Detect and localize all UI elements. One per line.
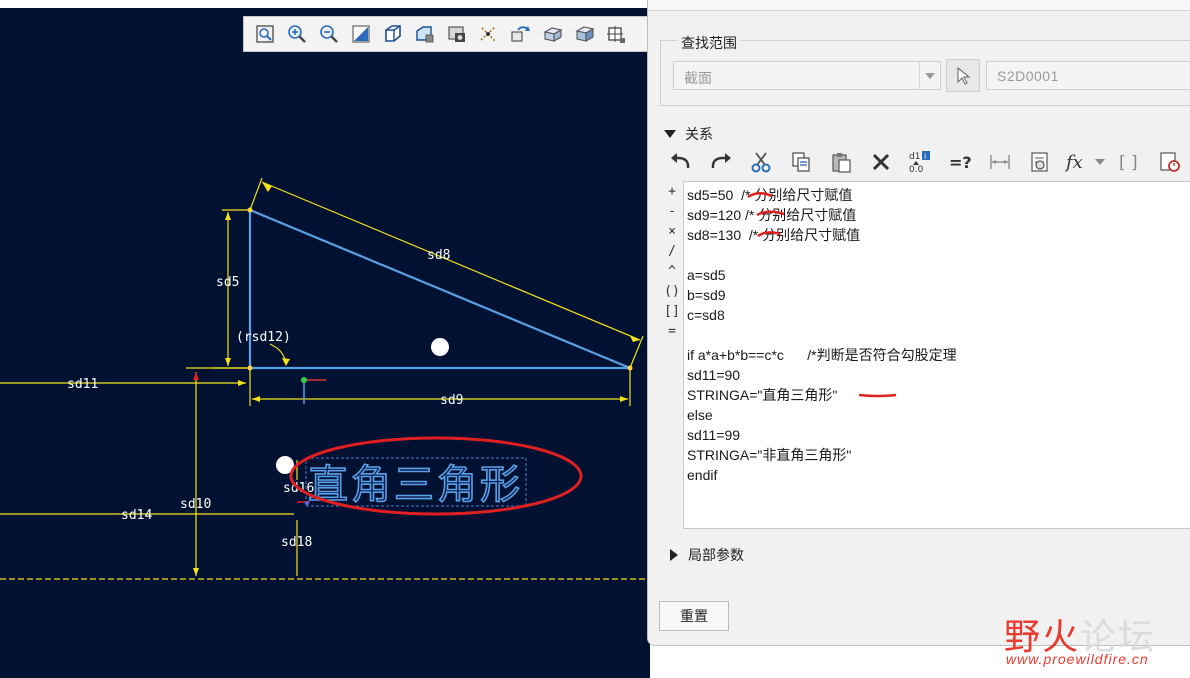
code-line: sd11=90	[687, 367, 741, 383]
sketch-origin-icon	[301, 377, 326, 404]
shading-icon[interactable]	[570, 20, 600, 48]
redo-icon[interactable]	[701, 146, 741, 178]
toggle-names-icon[interactable]: d1 i 0.0	[901, 146, 941, 178]
dimension-red-arrows	[193, 372, 199, 380]
scope-feature-field[interactable]: S2D0001	[986, 61, 1190, 90]
dropdown-arrow-icon[interactable]	[919, 62, 940, 89]
refit-icon[interactable]	[250, 20, 280, 48]
dim-sd9-label[interactable]: sd9	[440, 393, 463, 408]
operator-column: + - × / ^ () [] =	[664, 184, 680, 344]
code-line: STRINGA="直角三角形"	[687, 387, 838, 403]
graphics-window[interactable]: sd8 sd5 (rsd12) sd11 sd9 sd10 sd14 sd16 …	[0, 0, 650, 678]
evaluate-icon[interactable]: =?	[940, 146, 980, 178]
scope-type-select[interactable]: 截面	[673, 61, 941, 90]
code-line: a=sd5	[687, 267, 726, 283]
parameters-icon[interactable]: [ ]	[1106, 146, 1150, 178]
reset-button[interactable]: 重置	[659, 601, 729, 631]
scope-type-value: 截面	[684, 70, 712, 86]
code-line: else	[687, 407, 713, 423]
scope-feature-value: S2D0001	[997, 68, 1059, 84]
zoom-out-icon[interactable]	[314, 20, 344, 48]
center-marker	[431, 338, 449, 356]
brackets-operator[interactable]: []	[664, 304, 680, 324]
watermark-url: www.proewildfire.cn	[1006, 651, 1149, 667]
zoom-in-icon[interactable]	[282, 20, 312, 48]
dim-sd8-label[interactable]: sd8	[427, 248, 450, 263]
dim-rsd12-label[interactable]: (rsd12)	[236, 330, 291, 345]
view-manager-icon[interactable]	[442, 20, 472, 48]
svg-text:0.0: 0.0	[909, 165, 924, 174]
copy-icon[interactable]	[781, 146, 821, 178]
dim-sd11-label[interactable]: sd11	[67, 377, 98, 392]
code-line: sd9=120 /* 分别给尺寸赋值	[687, 207, 857, 223]
relations-editor[interactable]: sd5=50 /* 分别给尺寸赋值 sd9=120 /* 分别给尺寸赋值 sd8…	[683, 181, 1190, 529]
code-line: sd11=99	[687, 427, 741, 443]
function-icon[interactable]: fx	[1060, 146, 1094, 178]
code-line: STRINGA="非直角三角形"	[687, 447, 852, 463]
local-params-section-header[interactable]: 局部参数	[669, 545, 744, 565]
dialog-top-bar	[648, 0, 1190, 11]
code-line: sd5=50 /* 分别给尺寸赋值	[687, 187, 853, 203]
dim-sd14-label[interactable]: sd14	[121, 508, 152, 523]
plus-operator[interactable]: +	[664, 184, 680, 204]
equals-operator[interactable]: =	[664, 324, 680, 344]
select-pointer-button[interactable]	[946, 59, 980, 92]
pointer-icon	[957, 66, 970, 85]
sort-relations-icon[interactable]	[1020, 146, 1060, 178]
annotation-display-icon[interactable]	[506, 20, 536, 48]
collapse-triangle-icon	[664, 130, 676, 138]
cut-icon[interactable]	[741, 146, 781, 178]
minus-operator[interactable]: -	[664, 204, 680, 224]
dim-sd10-label[interactable]: sd10	[180, 497, 211, 512]
svg-text:d1: d1	[909, 152, 920, 162]
units-icon[interactable]	[1150, 146, 1190, 178]
divide-operator[interactable]: /	[664, 244, 680, 264]
code-line: sd8=130 /* 分别给尺寸赋值	[687, 227, 861, 243]
paste-icon[interactable]	[821, 146, 861, 178]
code-line: if a*a+b*b==c*c /*判断是否符合勾股定理	[687, 347, 957, 363]
text-origin-icon	[297, 501, 310, 505]
relations-section-title: 关系	[685, 126, 713, 142]
multiply-operator[interactable]: ×	[664, 224, 680, 244]
spin-center-icon[interactable]	[602, 20, 632, 48]
dimension-arrowheads	[193, 182, 640, 576]
code-line: endif	[687, 467, 718, 483]
dim-sd5-label[interactable]: sd5	[216, 275, 239, 290]
datum-display-icon[interactable]	[474, 20, 504, 48]
dim-sd18-label[interactable]: sd18	[281, 535, 312, 550]
svg-text:[ ]: [ ]	[1119, 153, 1138, 172]
show-dimension-icon[interactable]	[980, 146, 1020, 178]
local-params-title: 局部参数	[688, 547, 744, 563]
scope-group-title: 查找范围	[677, 33, 741, 53]
function-dropdown-icon[interactable]	[1094, 146, 1106, 178]
svg-text:i: i	[924, 152, 926, 161]
repaint-icon[interactable]	[346, 20, 376, 48]
sketch-text-entity[interactable]: 直角三角形	[307, 461, 523, 509]
power-operator[interactable]: ^	[664, 264, 680, 284]
parentheses-operator[interactable]: ()	[664, 284, 680, 304]
view-toolbar	[243, 16, 650, 52]
relations-toolbar: d1 i 0.0 =? fx [ ]	[661, 146, 1190, 178]
saved-orientations-icon[interactable]	[410, 20, 440, 48]
svg-text:fx: fx	[1064, 152, 1083, 172]
relations-section-header[interactable]: 关系	[664, 124, 713, 144]
undo-icon[interactable]	[661, 146, 701, 178]
code-line: c=sd8	[687, 307, 725, 323]
perspective-icon[interactable]	[538, 20, 568, 48]
expand-triangle-icon	[670, 549, 678, 561]
sketch-view[interactable]: sd8 sd5 (rsd12) sd11 sd9 sd10 sd14 sd16 …	[0, 0, 650, 678]
code-line: b=sd9	[687, 287, 726, 303]
svg-text:=?: =?	[949, 153, 972, 172]
display-style-icon[interactable]	[378, 20, 408, 48]
delete-icon[interactable]	[861, 146, 901, 178]
